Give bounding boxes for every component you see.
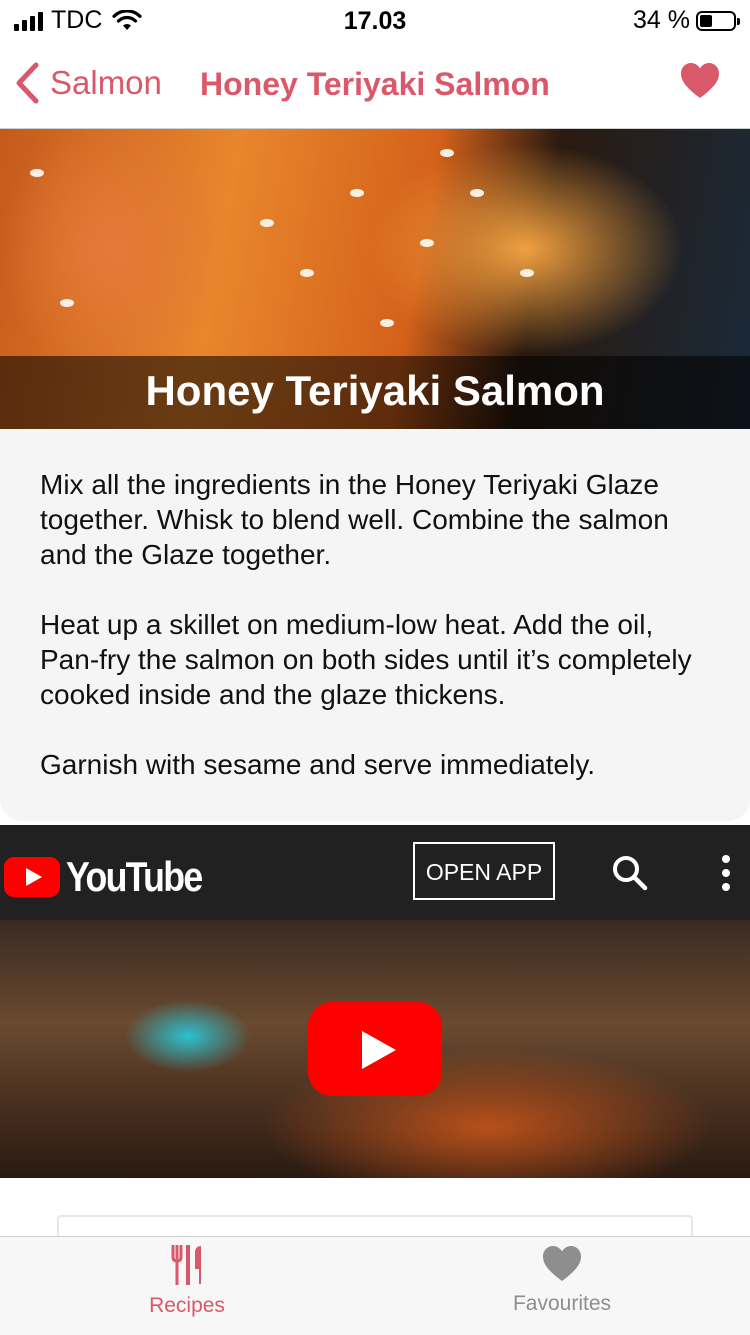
open-app-button[interactable]: OPEN APP [413,842,555,900]
sesame-seed [30,169,44,177]
back-label: Salmon [50,64,162,101]
back-button[interactable]: Salmon [14,62,162,104]
tab-bar: Recipes Favourites [0,1236,750,1335]
sesame-seed [60,299,74,307]
instruction-paragraph: Garnish with sesame and serve immediatel… [40,749,596,780]
sesame-seed [440,149,454,157]
sesame-seed [520,269,534,277]
youtube-logo[interactable]: YouTube [4,853,225,901]
status-right: 34 % [633,6,740,35]
search-icon [613,856,648,891]
more-vertical-icon [722,855,730,891]
play-icon [362,1031,396,1069]
battery-percentage: 34 % [633,6,690,34]
navigation-bar: Salmon Honey Teriyaki Salmon [0,44,750,129]
recipe-title: Honey Teriyaki Salmon [145,367,605,414]
youtube-logo-icon [4,857,60,897]
hero-caption: Honey Teriyaki Salmon [0,356,750,429]
chevron-left-icon [16,62,39,104]
tab-favourites-label: Favourites [512,1292,612,1315]
youtube-more-button[interactable] [718,855,734,896]
heart-icon [681,63,719,98]
tab-recipes[interactable]: Recipes [87,1244,287,1318]
instruction-paragraph: Heat up a skillet on medium-low heat. Ad… [40,609,692,710]
sesame-seed [420,239,434,247]
sesame-seed [300,269,314,277]
status-bar: TDC 17.03 34 % [0,0,750,44]
tab-favourites[interactable]: Favourites [462,1245,662,1316]
youtube-header: YouTube OPEN APP [0,825,750,920]
sesame-seed [260,219,274,227]
battery-icon [696,10,740,31]
fork-knife-icon [171,1244,201,1286]
youtube-video-thumbnail[interactable] [0,920,750,1178]
youtube-wordmark: YouTube [66,853,203,900]
sesame-seed [380,319,394,327]
page-title: Honey Teriyaki Salmon [200,66,550,102]
favourite-button[interactable] [680,62,720,105]
tab-recipes-label: Recipes [149,1294,225,1317]
instruction-paragraph: Mix all the ingredients in the Honey Ter… [40,469,669,570]
sesame-seed [470,189,484,197]
play-button[interactable] [308,1002,442,1096]
recipe-hero-image: Honey Teriyaki Salmon [0,129,750,429]
youtube-search-button[interactable] [612,855,648,896]
instructions-text: Mix all the ingredients in the Honey Ter… [40,467,720,817]
instructions-section: Mix all the ingredients in the Honey Ter… [0,429,750,825]
instructions-card: Mix all the ingredients in the Honey Ter… [0,429,750,821]
heart-icon [543,1246,581,1281]
sesame-seed [350,189,364,197]
